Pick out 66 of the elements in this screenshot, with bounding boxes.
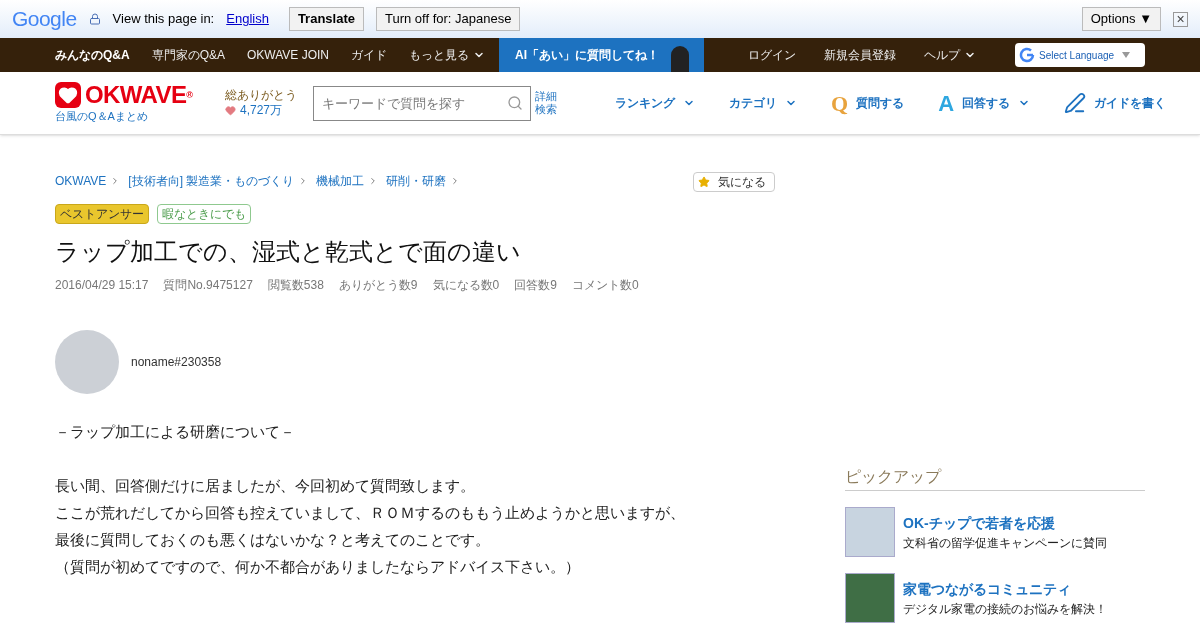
q-icon: Q: [831, 86, 849, 120]
ask-link[interactable]: Q 質問する: [831, 86, 905, 120]
tagline-link[interactable]: 台風のQ＆Aまとめ: [55, 107, 225, 125]
heart-icon: [225, 105, 236, 116]
pickup-heading: ピックアップ: [845, 465, 1145, 491]
watch-button[interactable]: 気になる: [693, 172, 775, 192]
pen-icon: [1064, 92, 1086, 114]
body-text: （質問が初めてですので、何か不都合がありましたならアドバイス下さい。）: [55, 557, 581, 577]
pickup-description: 文科省の留学促進キャンペーンに賛同: [903, 534, 1107, 552]
heart-logo-icon: [55, 81, 81, 108]
nav-link[interactable]: もっと見る: [409, 46, 486, 64]
nav-link[interactable]: OKWAVE JOIN: [247, 46, 330, 64]
google-logo: Google: [12, 6, 77, 33]
nav-link[interactable]: ガイド: [351, 46, 388, 64]
body-text: ここが荒れだしてから回答も控えていまして、ＲＯＭするのももう止めようかと思いますが、: [55, 503, 686, 523]
tag: 暇なときにでも: [157, 204, 251, 224]
pickup-link[interactable]: OK-チップで若者を応援: [903, 512, 1107, 534]
nav-link[interactable]: ヘルプ: [924, 46, 977, 64]
thanks-count: 4,727万: [240, 103, 283, 118]
site-logo[interactable]: OKWAVE$^{®}$: [85, 82, 193, 107]
search-icon[interactable]: [507, 94, 523, 111]
photo-placeholder: [845, 573, 895, 623]
nav-link[interactable]: みんなのQ&A: [55, 46, 130, 64]
language-select[interactable]: Select Language: [1015, 43, 1145, 67]
question-meta: コメント数0: [571, 277, 639, 294]
a-icon: A: [938, 86, 954, 120]
question-meta: 閲覧数538: [267, 277, 324, 294]
author-name: noname#230358: [131, 354, 222, 371]
photo-placeholder: [845, 507, 895, 557]
question-meta: ありがとう数9: [338, 277, 418, 294]
star-icon: [698, 176, 710, 188]
menu-link[interactable]: ランキング: [615, 94, 695, 112]
lock-icon: [88, 13, 101, 25]
question-title: ラップ加工での、湿式と乾式とで面の違い: [55, 237, 522, 267]
answer-link[interactable]: A 回答する: [938, 86, 1030, 120]
nav-link[interactable]: 新規会員登録: [824, 46, 897, 64]
translate-button[interactable]: Translate: [288, 7, 364, 31]
turn-off-button[interactable]: Turn off for: Japanese: [376, 7, 521, 31]
language-link[interactable]: English: [226, 9, 269, 29]
body-text: 最後に質問しておくのも悪くはないかな？と考えてのことです。: [55, 530, 491, 550]
nav-link[interactable]: 専門家のQ&A: [151, 46, 225, 64]
close-button[interactable]: ×: [1173, 11, 1188, 27]
translate-prompt: View this page in:: [112, 10, 215, 29]
dropdown-icon: [1122, 52, 1131, 58]
body-text: －ラップ加工による研磨について－: [55, 422, 296, 442]
menu-link[interactable]: カテゴリ: [729, 94, 797, 112]
pickup-description: デジタル家電の接続のお悩みを解決！: [903, 600, 1107, 618]
question-meta: 気になる数0: [432, 277, 500, 294]
breadcrumb-link[interactable]: OKWAVE: [55, 172, 107, 190]
breadcrumb-link[interactable]: [技術者向] 製造業・ものづくり: [128, 172, 295, 190]
question-meta: 質問No.9475127: [163, 277, 253, 294]
thanks-label: 総ありがとう: [225, 88, 298, 103]
tag: ベストアンサー: [55, 204, 149, 224]
search-field[interactable]: キーワードで質問を探す: [313, 85, 531, 121]
google-g-icon: [1019, 47, 1035, 63]
nav-link[interactable]: ログイン: [748, 46, 797, 64]
question-meta: 回答数9: [514, 277, 557, 294]
options-button[interactable]: Options ▼: [1081, 7, 1161, 31]
ai-banner[interactable]: AI「あい」に質問してね！: [499, 38, 705, 72]
question-meta: 2016/04/29 15:17: [55, 277, 149, 294]
pickup-link[interactable]: 家電つながるコミュニティ: [903, 578, 1107, 600]
breadcrumb-link[interactable]: 研削・研磨: [386, 172, 447, 190]
breadcrumb-link[interactable]: 機械加工: [316, 172, 365, 190]
body-text: 長い間、回答側だけに居ましたが、今回初めて質問致します。: [55, 476, 476, 496]
guide-link[interactable]: ガイドを書く: [1064, 92, 1166, 114]
advanced-search-link[interactable]: 詳細 検索: [535, 90, 557, 116]
